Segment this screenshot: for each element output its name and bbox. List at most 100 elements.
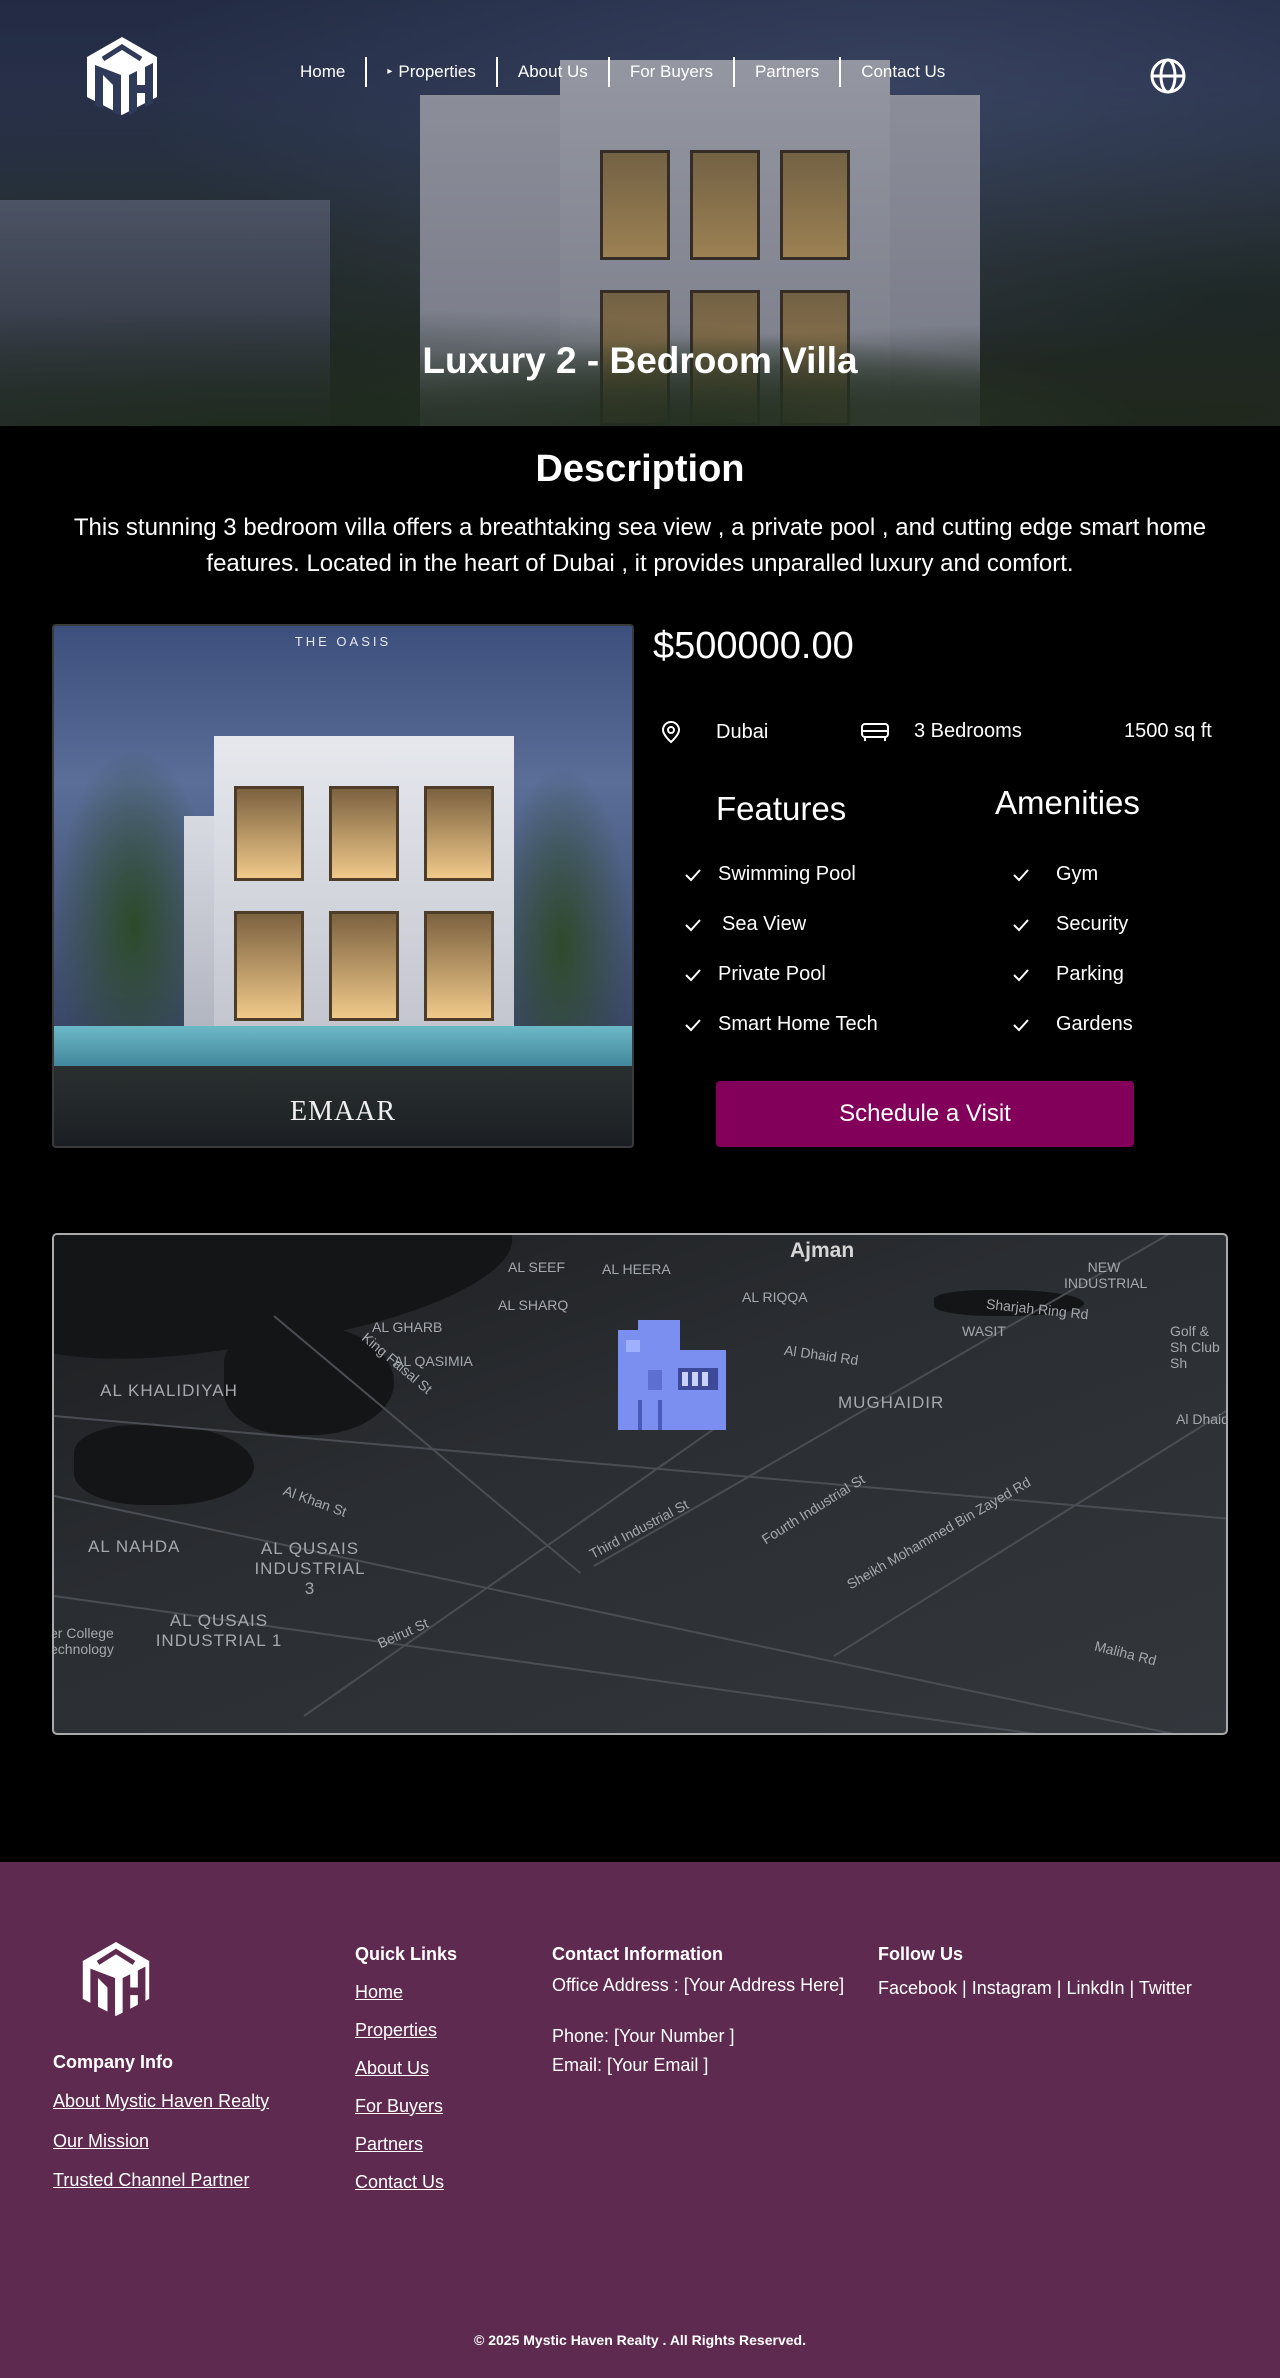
description-heading: Description — [535, 448, 745, 490]
social-links[interactable]: Facebook | Instagram | LinkdIn | Twitter — [878, 1978, 1192, 1999]
site-logo[interactable] — [82, 34, 162, 118]
map-road — [833, 1390, 1226, 1657]
footer-about-link[interactable]: About Mystic Haven Realty — [53, 2091, 269, 2112]
property-price: $500000.00 — [653, 625, 854, 667]
footer-link-home[interactable]: Home — [355, 1982, 403, 2003]
feature-label: Sea View — [722, 913, 807, 935]
feature-label: Private Pool — [718, 963, 826, 985]
bedrooms-text: 3 Bedrooms — [914, 720, 1022, 742]
amenity-item: Gardens — [1012, 1013, 1133, 1036]
check-icon — [1013, 868, 1029, 881]
location-text: Dubai — [716, 720, 769, 743]
footer-logo[interactable] — [78, 1938, 154, 2020]
nav-partners[interactable]: Partners — [735, 57, 842, 87]
map-label: Al Khan St — [281, 1482, 349, 1520]
footer-link-about[interactable]: About Us — [355, 2058, 429, 2079]
footer-link-properties[interactable]: Properties — [355, 2020, 437, 2041]
nav-home[interactable]: Home — [280, 57, 368, 87]
hero-title: Luxury 2 - Bedroom Villa — [422, 340, 858, 381]
check-icon — [685, 918, 701, 931]
description-text: This stunning 3 bedroom villa offers a b… — [73, 514, 1207, 577]
map-label: MUGHAIDIR — [838, 1393, 945, 1412]
photo-villa — [214, 736, 514, 1036]
amenity-label: Parking — [1056, 963, 1124, 985]
amenity-item: Gym — [1012, 863, 1098, 886]
map-label: WASIT — [962, 1323, 1006, 1339]
amenities-heading: Amenities — [995, 784, 1140, 821]
nav-for-buyers-label: For Buyers — [629, 62, 713, 81]
map-label: Golf & Sh Club Sh — [1170, 1323, 1220, 1371]
map-label: AL HEERA — [602, 1261, 671, 1277]
photo-window — [234, 911, 304, 1021]
main-nav: Home ▸ Properties About Us For Buyers Par… — [280, 57, 965, 87]
check-icon — [1013, 1018, 1029, 1031]
nav-properties[interactable]: ▸ Properties — [367, 57, 498, 87]
phone-text: Phone: [Your Number ] — [552, 2026, 735, 2046]
photo-window — [424, 911, 494, 1021]
feature-label: Smart Home Tech — [718, 1013, 878, 1035]
map-label: Al Dhaid Rd — [783, 1341, 860, 1369]
features-heading: Features — [716, 790, 847, 827]
follow-us-heading: Follow Us — [878, 1944, 963, 1964]
globe-icon — [1150, 58, 1186, 94]
nav-for-buyers[interactable]: For Buyers — [610, 57, 735, 87]
photo-window — [234, 786, 304, 881]
map-label: AL SEEF — [508, 1259, 566, 1275]
amenity-label: Gym — [1056, 863, 1099, 885]
map-label: AL RIQQA — [742, 1289, 808, 1305]
nav-about-label: About Us — [517, 62, 588, 81]
mh-logo-icon — [87, 37, 157, 115]
nav-contact-label: Contact Us — [861, 62, 946, 81]
company-info-heading: Company Info — [53, 2052, 173, 2072]
property-area: 1500 sq ft — [1124, 720, 1212, 743]
nav-about[interactable]: About Us — [498, 57, 610, 87]
nav-properties-label: Properties — [398, 62, 476, 81]
location-map[interactable]: Ajman AL SEEF AL HEERA AL SHARQ AL RIQQA… — [52, 1233, 1228, 1735]
footer-link-contact[interactable]: Contact Us — [355, 2172, 444, 2193]
map-label: AL NAHDA — [88, 1537, 181, 1556]
amenity-label: Gardens — [1056, 1013, 1133, 1035]
property-location: Dubai — [660, 720, 768, 744]
quick-links-heading: Quick Links — [355, 1944, 458, 1964]
map-label: er College echnology — [52, 1625, 114, 1657]
amenity-label: Security — [1056, 913, 1129, 935]
footer-mission-link[interactable]: Our Mission — [53, 2131, 149, 2152]
nav-contact[interactable]: Contact Us — [841, 57, 965, 87]
footer-partner-link[interactable]: Trusted Channel Partner — [53, 2170, 249, 2191]
map-label: AL QUSAIS INDUSTRIAL 3 — [254, 1539, 366, 1598]
language-button[interactable] — [1149, 57, 1187, 95]
photo-window — [329, 786, 399, 881]
check-icon — [685, 968, 701, 981]
feature-item: Sea View — [684, 913, 806, 936]
check-icon — [1013, 918, 1029, 931]
map-label: AL KHALIDIYAH — [100, 1381, 238, 1400]
check-icon — [685, 1018, 701, 1031]
property-photo: THE OASIS EMAAR — [52, 624, 634, 1148]
footer-link-partners[interactable]: Partners — [355, 2134, 423, 2155]
nav-home-label: Home — [300, 62, 346, 81]
footer-link-for-buyers[interactable]: For Buyers — [355, 2096, 443, 2117]
schedule-visit-button[interactable]: Schedule a Visit — [716, 1081, 1134, 1147]
map-label: Ajman — [790, 1239, 855, 1262]
map-label: AL GHARB — [372, 1319, 443, 1335]
photo-window — [424, 786, 494, 881]
map-water — [74, 1425, 254, 1505]
area-text: 1500 sq ft — [1124, 720, 1212, 742]
check-icon — [1013, 968, 1029, 981]
photo-brand-label: EMAAR — [289, 1096, 397, 1127]
photo-window — [329, 911, 399, 1021]
copyright-text: © 2025 Mystic Haven Realty . All Rights … — [474, 2332, 806, 2348]
caret-right-icon: ▸ — [387, 66, 393, 77]
feature-label: Swimming Pool — [718, 863, 856, 885]
building-map-pin-icon[interactable] — [618, 1320, 728, 1432]
amenity-item: Security — [1012, 913, 1128, 936]
bed-icon — [861, 722, 889, 741]
feature-item: Smart Home Tech — [684, 1013, 878, 1036]
feature-item: Swimming Pool — [684, 863, 856, 886]
site-footer — [0, 1862, 1280, 2378]
check-icon — [685, 868, 701, 881]
nav-partners-label: Partners — [754, 62, 820, 81]
amenity-item: Parking — [1012, 963, 1124, 986]
property-bedrooms: 3 Bedrooms — [860, 720, 1022, 743]
map-label: Al Dhaid — [1176, 1411, 1228, 1427]
